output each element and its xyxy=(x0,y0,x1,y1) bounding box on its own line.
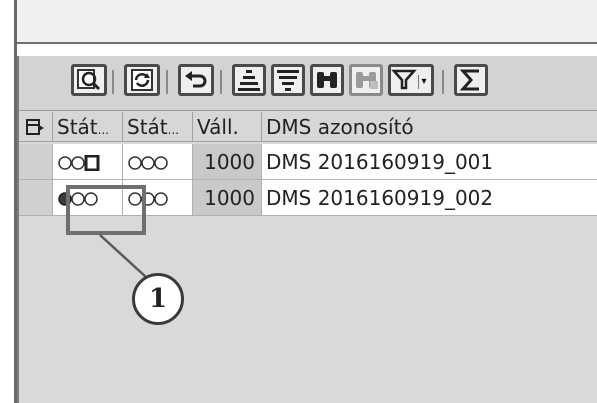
column-header-label: Stát xyxy=(57,115,98,139)
toolbar-separator xyxy=(166,70,168,94)
sum-button[interactable] xyxy=(454,64,488,96)
refresh-button[interactable] xyxy=(124,64,160,96)
truncation-dots: ... xyxy=(97,123,110,137)
sum-icon xyxy=(459,69,479,91)
row-selector[interactable] xyxy=(19,180,53,216)
callout-highlight-box xyxy=(66,185,146,235)
sort-ascending-icon xyxy=(238,70,260,91)
column-header-dms-id[interactable]: DMS azonosító xyxy=(262,112,597,142)
table-row[interactable]: 1000 DMS 2016160919_001 xyxy=(19,144,597,180)
layout-icon xyxy=(26,119,44,135)
filter-icon xyxy=(391,69,417,90)
status-lights-cell xyxy=(123,144,193,180)
toolbar-separator xyxy=(220,70,222,94)
chevron-down-icon[interactable]: ▾ xyxy=(418,75,429,89)
find-icon xyxy=(317,72,337,88)
find-next-icon xyxy=(356,72,378,89)
window-left-border xyxy=(0,0,17,403)
company-cell: 1000 xyxy=(193,180,262,216)
sort-ascending-button[interactable] xyxy=(232,64,266,96)
dms-id-cell[interactable]: DMS 2016160919_002 xyxy=(262,180,597,216)
status-lights-icon xyxy=(128,156,168,170)
undo-button[interactable] xyxy=(178,64,214,96)
truncation-dots: ... xyxy=(167,123,180,137)
company-cell: 1000 xyxy=(193,144,262,180)
undo-icon xyxy=(185,71,207,88)
find-next-button[interactable] xyxy=(349,64,383,96)
column-header-status-2[interactable]: Stát... xyxy=(123,112,193,142)
top-panel xyxy=(17,0,597,44)
column-header-company[interactable]: Váll. xyxy=(193,112,262,142)
find-button[interactable] xyxy=(310,64,344,96)
column-header-label: DMS azonosító xyxy=(266,115,414,139)
row-selector[interactable] xyxy=(19,144,53,180)
column-header-label: Váll. xyxy=(197,115,239,139)
toolbar-separator xyxy=(112,70,114,94)
sort-descending-button[interactable] xyxy=(271,64,305,96)
alv-toolbar: ▾ xyxy=(19,56,597,111)
filter-button[interactable]: ▾ xyxy=(388,64,434,96)
details-button[interactable] xyxy=(71,64,107,96)
callout-number: 1 xyxy=(132,273,184,325)
refresh-icon xyxy=(131,69,153,91)
status-lights-icon xyxy=(58,155,100,171)
sort-descending-icon xyxy=(277,70,299,91)
separator-strip xyxy=(17,44,597,56)
layout-selector-button[interactable] xyxy=(19,112,53,142)
dms-id-cell[interactable]: DMS 2016160919_001 xyxy=(262,144,597,180)
toolbar-separator xyxy=(442,70,444,94)
column-header-label: Stát xyxy=(127,115,168,139)
details-icon xyxy=(77,69,101,91)
column-header-status-1[interactable]: Stát... xyxy=(53,112,123,142)
status-lights-cell xyxy=(53,144,123,180)
